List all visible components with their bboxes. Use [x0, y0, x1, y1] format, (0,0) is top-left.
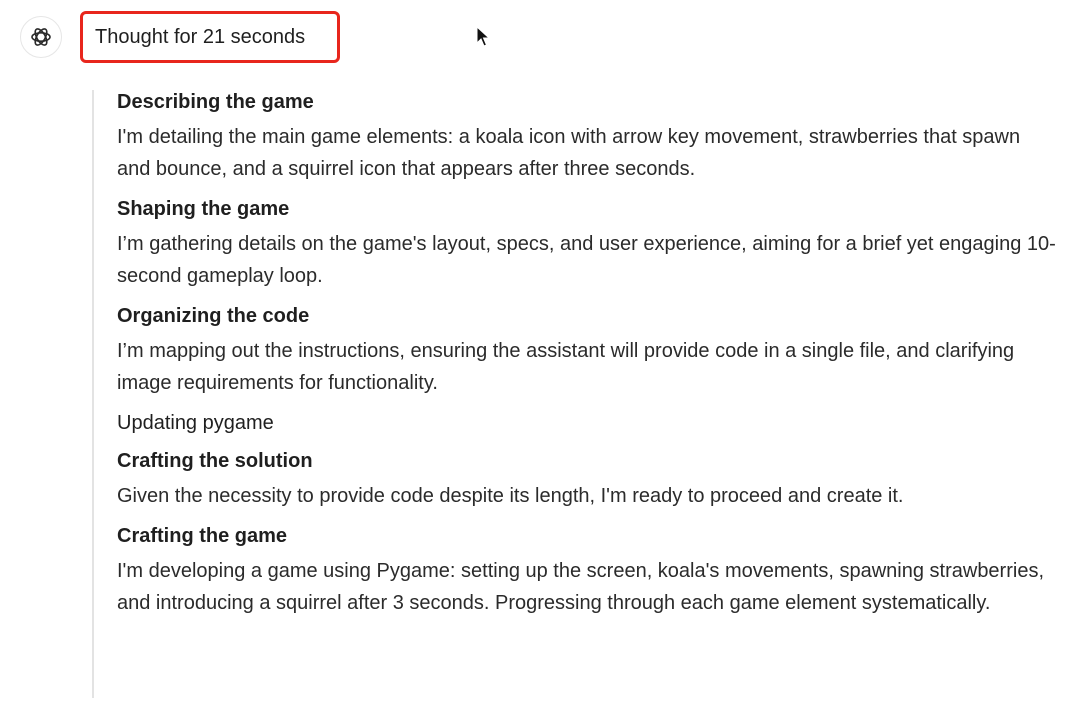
step-body: I'm developing a game using Pygame: sett… [117, 560, 1045, 614]
mouse-cursor-icon [476, 25, 491, 53]
reasoning-step: Crafting the solution Given the necessit… [117, 447, 1057, 512]
reasoning-step: Shaping the game I’m gathering details o… [117, 195, 1057, 292]
thought-duration-toggle[interactable]: Thought for 21 seconds [80, 11, 340, 63]
reasoning-steps: Describing the game I'm detailing the ma… [117, 88, 1057, 629]
step-body: I’m gathering details on the game's layo… [117, 233, 1056, 287]
openai-logo-icon [31, 28, 51, 46]
assistant-avatar [20, 16, 62, 58]
step-body: I’m mapping out the instructions, ensuri… [117, 340, 1015, 394]
reasoning-step: Organizing the code I’m mapping out the … [117, 302, 1057, 399]
reasoning-thread-line [92, 90, 94, 698]
step-title: Updating pygame [117, 412, 274, 434]
reasoning-step: Updating pygame [117, 409, 1057, 437]
reasoning-step: Crafting the game I'm developing a game … [117, 522, 1057, 619]
step-title: Crafting the game [117, 525, 288, 547]
step-body: Given the necessity to provide code desp… [117, 485, 904, 507]
reasoning-step: Describing the game I'm detailing the ma… [117, 88, 1057, 185]
step-title: Organizing the code [117, 305, 310, 327]
step-title: Crafting the solution [117, 450, 313, 472]
step-title: Shaping the game [117, 198, 290, 220]
step-title: Describing the game [117, 91, 314, 113]
step-body: I'm detailing the main game elements: a … [117, 126, 1021, 180]
thought-duration-label: Thought for 21 seconds [95, 25, 306, 48]
